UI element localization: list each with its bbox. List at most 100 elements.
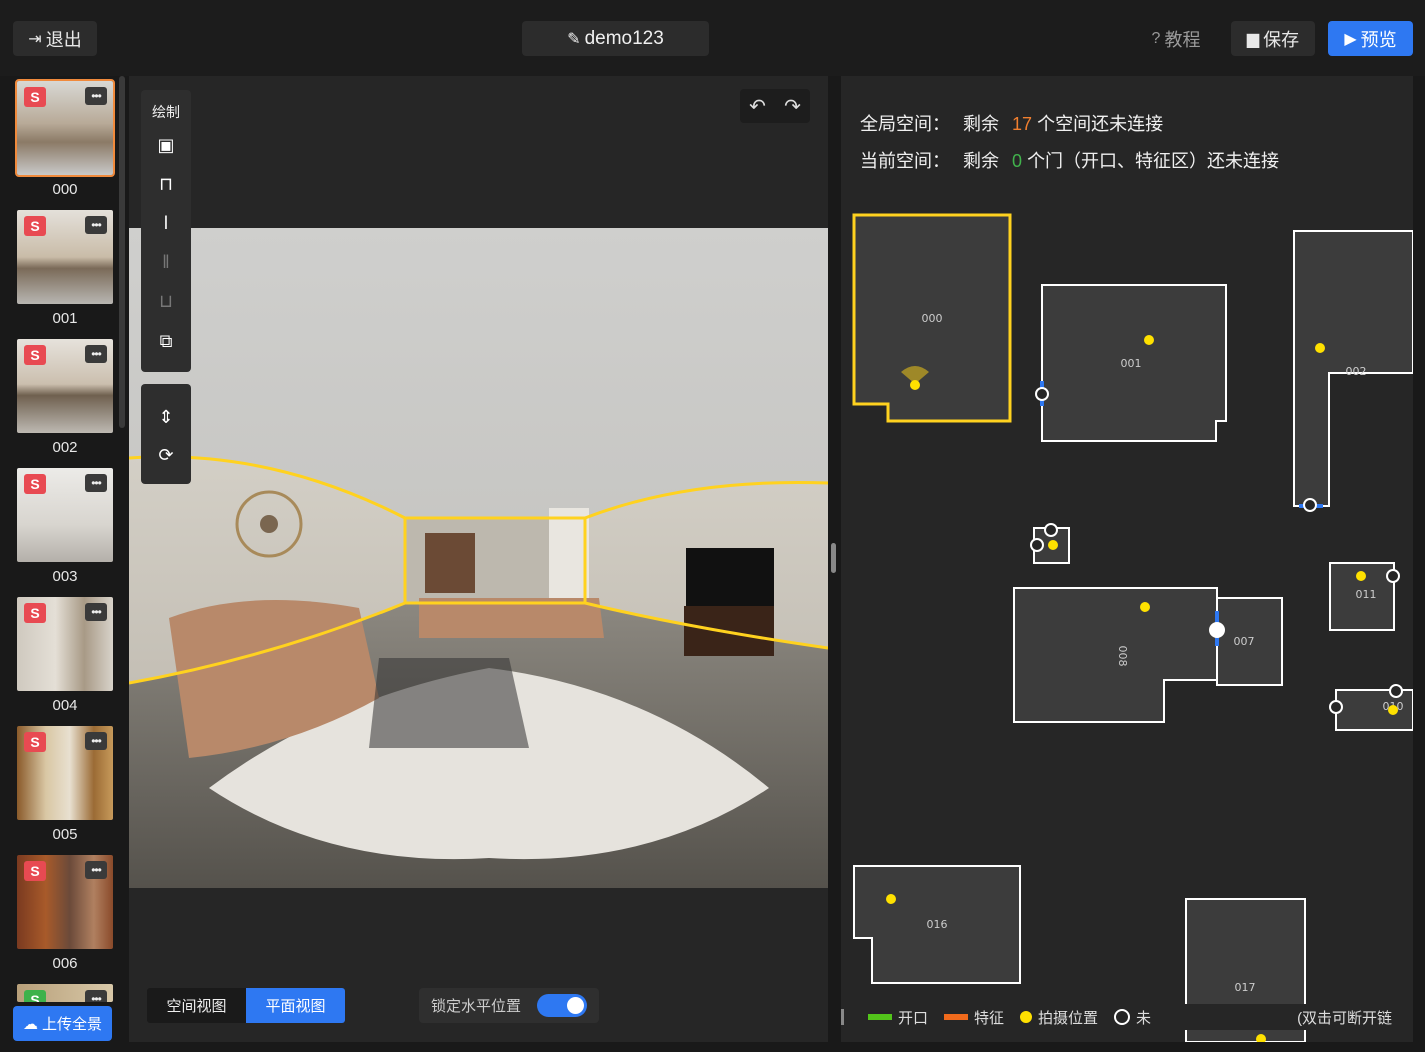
more-icon[interactable]: ••• — [85, 87, 107, 105]
preview-label: 预览 — [1360, 29, 1397, 50]
draw-feature-icon[interactable]: ⊔ — [141, 286, 191, 316]
tutorial-button[interactable]: ? 教程 — [1138, 21, 1214, 56]
legend-label: 特征 — [974, 1009, 1005, 1027]
legend-hint: (双击可断开链 — [1297, 1007, 1392, 1028]
upload-label: 上传全景 — [41, 1016, 102, 1033]
unconnected-ring-icon — [1114, 1009, 1131, 1025]
legend-opening: 开口 — [868, 1007, 928, 1028]
thumb-label: 000 — [52, 181, 78, 198]
help-icon: ? — [1151, 29, 1161, 47]
save-label: 保存 — [1263, 29, 1300, 50]
room-016[interactable]: 016 — [853, 865, 1021, 984]
more-icon[interactable]: ••• — [85, 990, 107, 1002]
panorama-thumb-003[interactable]: S ••• — [15, 466, 115, 564]
panorama-thumb-007[interactable]: S ••• — [15, 982, 115, 1004]
more-icon[interactable]: ••• — [85, 474, 107, 492]
thumb-label: 002 — [52, 439, 78, 456]
thumb-label: 005 — [52, 826, 78, 843]
panorama-thumb-002[interactable]: S ••• — [15, 337, 115, 435]
save-button[interactable]: ▆ 保存 — [1231, 21, 1315, 56]
room-label: 008 — [1116, 646, 1129, 667]
room-002[interactable]: 002 — [1293, 230, 1413, 512]
panorama-thumb-004[interactable]: S ••• — [15, 595, 115, 693]
more-icon[interactable]: ••• — [85, 732, 107, 750]
room-000[interactable]: 000 — [852, 213, 1012, 423]
lock-horizontal-toggle[interactable] — [537, 994, 587, 1017]
legend-label: 拍摄位置 — [1038, 1009, 1099, 1027]
level-adjust-icon[interactable]: ⇕ — [141, 402, 191, 432]
room-007[interactable]: 007 — [1209, 597, 1283, 686]
panorama-thumb-001[interactable]: S ••• — [15, 208, 115, 306]
top-bar: ⇥ 退出 ✎ demo123 ? 教程 ▆ 保存 ▶ 预览 — [0, 0, 1425, 76]
undo-icon[interactable]: ↶ — [749, 94, 766, 119]
tab-plan-view[interactable]: 平面视图 — [246, 988, 345, 1023]
hotspot-badge-icon: S — [24, 732, 46, 752]
thumb-label: 003 — [52, 568, 78, 585]
draw-wall-icon[interactable]: ǀ — [141, 208, 191, 238]
legend-hint-text: (双击可断开链 — [1297, 1009, 1393, 1027]
panorama-viewer: 绘制 ▣ ⊓ ǀ ‖ ⊔ ⧉ ⇕ ⟳ ↶ ↷ 空间视图 平面视图 锁定水平位置 — [129, 76, 828, 1042]
panorama-thumb-005[interactable]: S ••• — [15, 724, 115, 822]
room-010[interactable]: 010 — [1329, 684, 1413, 731]
panorama-image — [129, 228, 828, 888]
lock-horizontal-label: 锁定水平位置 — [431, 998, 522, 1015]
undo-redo-group: ↶ ↷ — [740, 89, 810, 123]
more-icon[interactable]: ••• — [85, 603, 107, 621]
room-label: 000 — [922, 312, 943, 325]
room-011[interactable]: 011 — [1329, 562, 1400, 631]
legend-unconnected: 未 — [1114, 1007, 1151, 1028]
play-icon: ▶ — [1344, 30, 1357, 48]
camera-dot-icon — [1020, 1011, 1033, 1023]
project-title-button[interactable]: ✎ demo123 — [522, 21, 709, 56]
hotspot-badge-icon: S — [24, 603, 46, 623]
room-label: 016 — [927, 918, 948, 931]
exit-icon: ⇥ — [28, 30, 42, 48]
floor-plan-panel: 全局空间： 剩余 17 个空间还未连接 当前空间： 剩余 0 个门（开口、特征区… — [841, 76, 1413, 1042]
room-label: 017 — [1235, 981, 1256, 994]
legend-divider — [841, 1009, 844, 1025]
room-label: 001 — [1121, 357, 1142, 370]
thumb-label: 006 — [52, 955, 78, 972]
panel-resize-handle[interactable] — [831, 543, 836, 573]
adjust-toolbar: ⇕ ⟳ — [141, 384, 191, 484]
legend-feature: 特征 — [944, 1007, 1004, 1028]
tab-space-view[interactable]: 空间视图 — [147, 988, 246, 1023]
sidebar-scrollbar[interactable] — [119, 76, 125, 428]
thumb-label: 004 — [52, 697, 78, 714]
hotspot-badge-icon: S — [24, 990, 46, 1002]
preview-button[interactable]: ▶ 预览 — [1328, 21, 1413, 56]
opening-swatch-icon — [868, 1014, 892, 1020]
more-icon[interactable]: ••• — [85, 216, 107, 234]
hotspot-badge-icon: S — [24, 861, 46, 881]
draw-double-wall-icon[interactable]: ‖ — [141, 247, 191, 277]
room-label: 007 — [1234, 635, 1255, 648]
room-label: 011 — [1356, 588, 1377, 601]
hotspot-badge-icon: S — [24, 474, 46, 494]
room-001[interactable]: 001 — [1035, 284, 1227, 442]
exit-button[interactable]: ⇥ 退出 — [13, 21, 97, 56]
panorama-canvas[interactable] — [129, 228, 828, 888]
upload-panorama-button[interactable]: ☁ 上传全景 — [13, 1006, 112, 1041]
room-label: 002 — [1346, 365, 1367, 378]
hotspot-badge-icon: S — [24, 345, 46, 365]
room-008[interactable]: 008 — [1013, 587, 1218, 723]
lock-horizontal-control: 锁定水平位置 — [419, 988, 599, 1023]
panorama-thumb-006[interactable]: S ••• — [15, 853, 115, 951]
refresh-icon[interactable]: ⟳ — [141, 440, 191, 470]
tutorial-label: 教程 — [1164, 29, 1201, 50]
toolbar-title: 绘制 — [152, 104, 180, 120]
more-icon[interactable]: ••• — [85, 861, 107, 879]
draw-room-icon[interactable]: ▣ — [141, 130, 191, 160]
draw-door-icon[interactable]: ⊓ — [141, 169, 191, 199]
project-title: demo123 — [584, 27, 664, 49]
hotspot-badge-icon: S — [24, 216, 46, 236]
exit-label: 退出 — [45, 29, 82, 50]
legend-camera-position: 拍摄位置 — [1020, 1007, 1098, 1028]
panorama-thumb-000[interactable]: S ••• — [15, 79, 115, 177]
copy-icon[interactable]: ⧉ — [141, 326, 191, 356]
room-small[interactable] — [1030, 523, 1070, 564]
cloud-upload-icon: ☁ — [22, 1015, 38, 1033]
floor-plan-canvas[interactable]: 000 001 002 008 007 011 016 017 — [841, 76, 1413, 1042]
more-icon[interactable]: ••• — [85, 345, 107, 363]
redo-icon[interactable]: ↷ — [784, 94, 801, 119]
